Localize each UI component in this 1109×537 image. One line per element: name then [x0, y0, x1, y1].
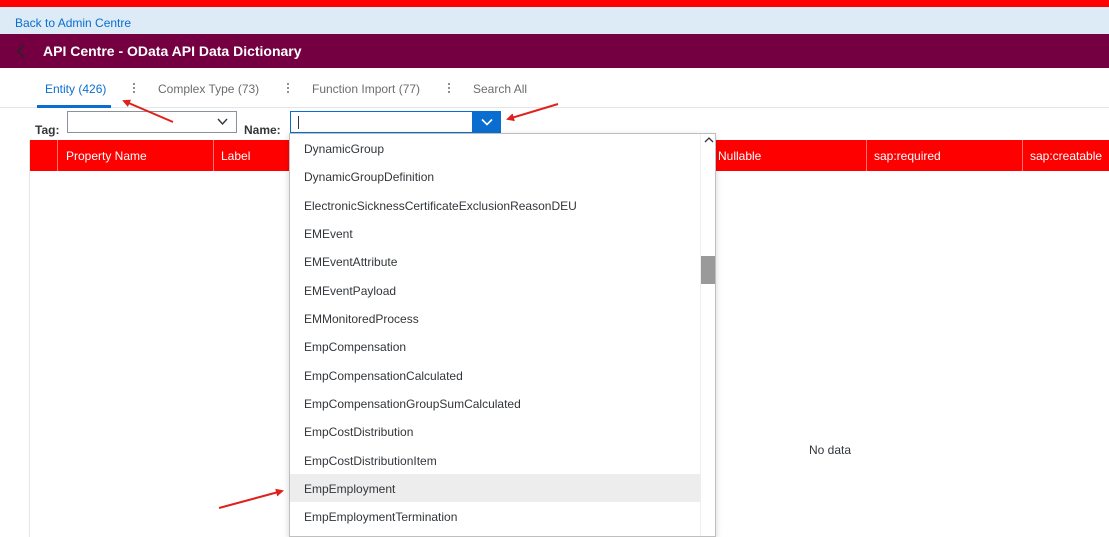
more-options-icon[interactable] [446, 83, 452, 97]
column-separator [866, 140, 867, 171]
text-caret [298, 116, 299, 129]
tab-bar: Entity (426) Complex Type (73) Function … [0, 68, 1109, 108]
no-data-message: No data [809, 443, 852, 457]
more-options-icon[interactable] [131, 83, 137, 97]
list-item[interactable]: EMEventAttribute [290, 247, 700, 275]
chevron-down-icon [481, 118, 493, 126]
scroll-up-icon[interactable] [704, 136, 714, 144]
list-item-label: EMEventPayload [304, 284, 397, 298]
list-item-label: DynamicGroupDefinition [304, 170, 435, 184]
tab-complex-type[interactable]: Complex Type (73) [158, 82, 259, 96]
column-header-nullable[interactable]: Nullable [718, 149, 761, 163]
list-item-label: EmpCompensationCalculated [304, 369, 463, 383]
list-item-label: ElectronicSicknessCertificateExclusionRe… [304, 199, 577, 213]
list-item[interactable]: ElectronicSicknessCertificateExclusionRe… [290, 191, 700, 219]
list-item[interactable]: EMMonitoredProcess [290, 304, 700, 332]
page-title: API Centre - OData API Data Dictionary [43, 43, 302, 59]
tab-active-indicator [37, 105, 111, 108]
list-item-label: EMMonitoredProcess [304, 312, 419, 326]
list-item-label: EmpCompensation [304, 340, 407, 354]
list-item-label: EmpEmploymentTermination [304, 510, 458, 524]
name-label: Name: [244, 123, 281, 137]
list-item[interactable]: EmpCompensationGroupSumCalculated [290, 389, 700, 417]
list-item-label: EmpCostDistribution [304, 425, 414, 439]
scrollbar-thumb[interactable] [701, 256, 715, 284]
column-separator [57, 140, 58, 171]
back-to-admin-centre-link[interactable]: Back to Admin Centre [15, 16, 131, 30]
list-item[interactable]: EmpEmploymentTermination [290, 502, 700, 530]
column-header-label[interactable]: Label [221, 149, 250, 163]
chevron-down-icon [217, 118, 228, 126]
title-bar: API Centre - OData API Data Dictionary [0, 34, 1109, 68]
tab-function-import[interactable]: Function Import (77) [312, 82, 420, 96]
list-item-label: DynamicGroup [304, 142, 385, 156]
list-item[interactable]: EmpCompensationCalculated [290, 361, 700, 389]
column-separator [1022, 140, 1023, 171]
tab-search-all[interactable]: Search All [473, 82, 527, 96]
list-item[interactable]: DynamicGroup [290, 134, 700, 162]
list-item[interactable]: EMEvent [290, 219, 700, 247]
back-bar [0, 7, 1109, 34]
column-header-sap-required[interactable]: sap:required [874, 149, 941, 163]
list-item-highlighted[interactable]: EmpEmployment [290, 474, 700, 502]
list-item[interactable]: EmpCostDistributionItem [290, 446, 700, 474]
name-dropdown-list[interactable]: DynamicGroup DynamicGroupDefinition Elec… [289, 133, 716, 537]
column-header-sap-creatable[interactable]: sap:creatable [1030, 149, 1102, 163]
list-item-label: EmpCompensationGroupSumCalculated [304, 397, 521, 411]
name-dropdown-button[interactable] [473, 111, 501, 133]
list-item-label: EMEvent [304, 227, 353, 241]
name-input[interactable] [290, 111, 473, 133]
column-separator [213, 140, 214, 171]
list-item[interactable]: EMEventPayload [290, 276, 700, 304]
more-options-icon[interactable] [285, 83, 291, 97]
tag-select[interactable] [67, 111, 237, 133]
list-item[interactable]: EmpCompensation [290, 332, 700, 360]
tab-entity[interactable]: Entity (426) [45, 82, 106, 96]
list-item[interactable]: DynamicGroupDefinition [290, 162, 700, 190]
tag-label: Tag: [35, 123, 60, 137]
list-item-label: EmpCostDistributionItem [304, 454, 437, 468]
column-header-property-name[interactable]: Property Name [66, 149, 147, 163]
back-chevron-icon[interactable] [14, 43, 28, 59]
list-item[interactable]: EmpCostDistribution [290, 417, 700, 445]
dropdown-scrollbar[interactable] [700, 134, 715, 536]
list-item-label: EMEventAttribute [304, 255, 398, 269]
list-item-label: EmpEmployment [304, 482, 396, 496]
top-red-strip [0, 0, 1109, 7]
